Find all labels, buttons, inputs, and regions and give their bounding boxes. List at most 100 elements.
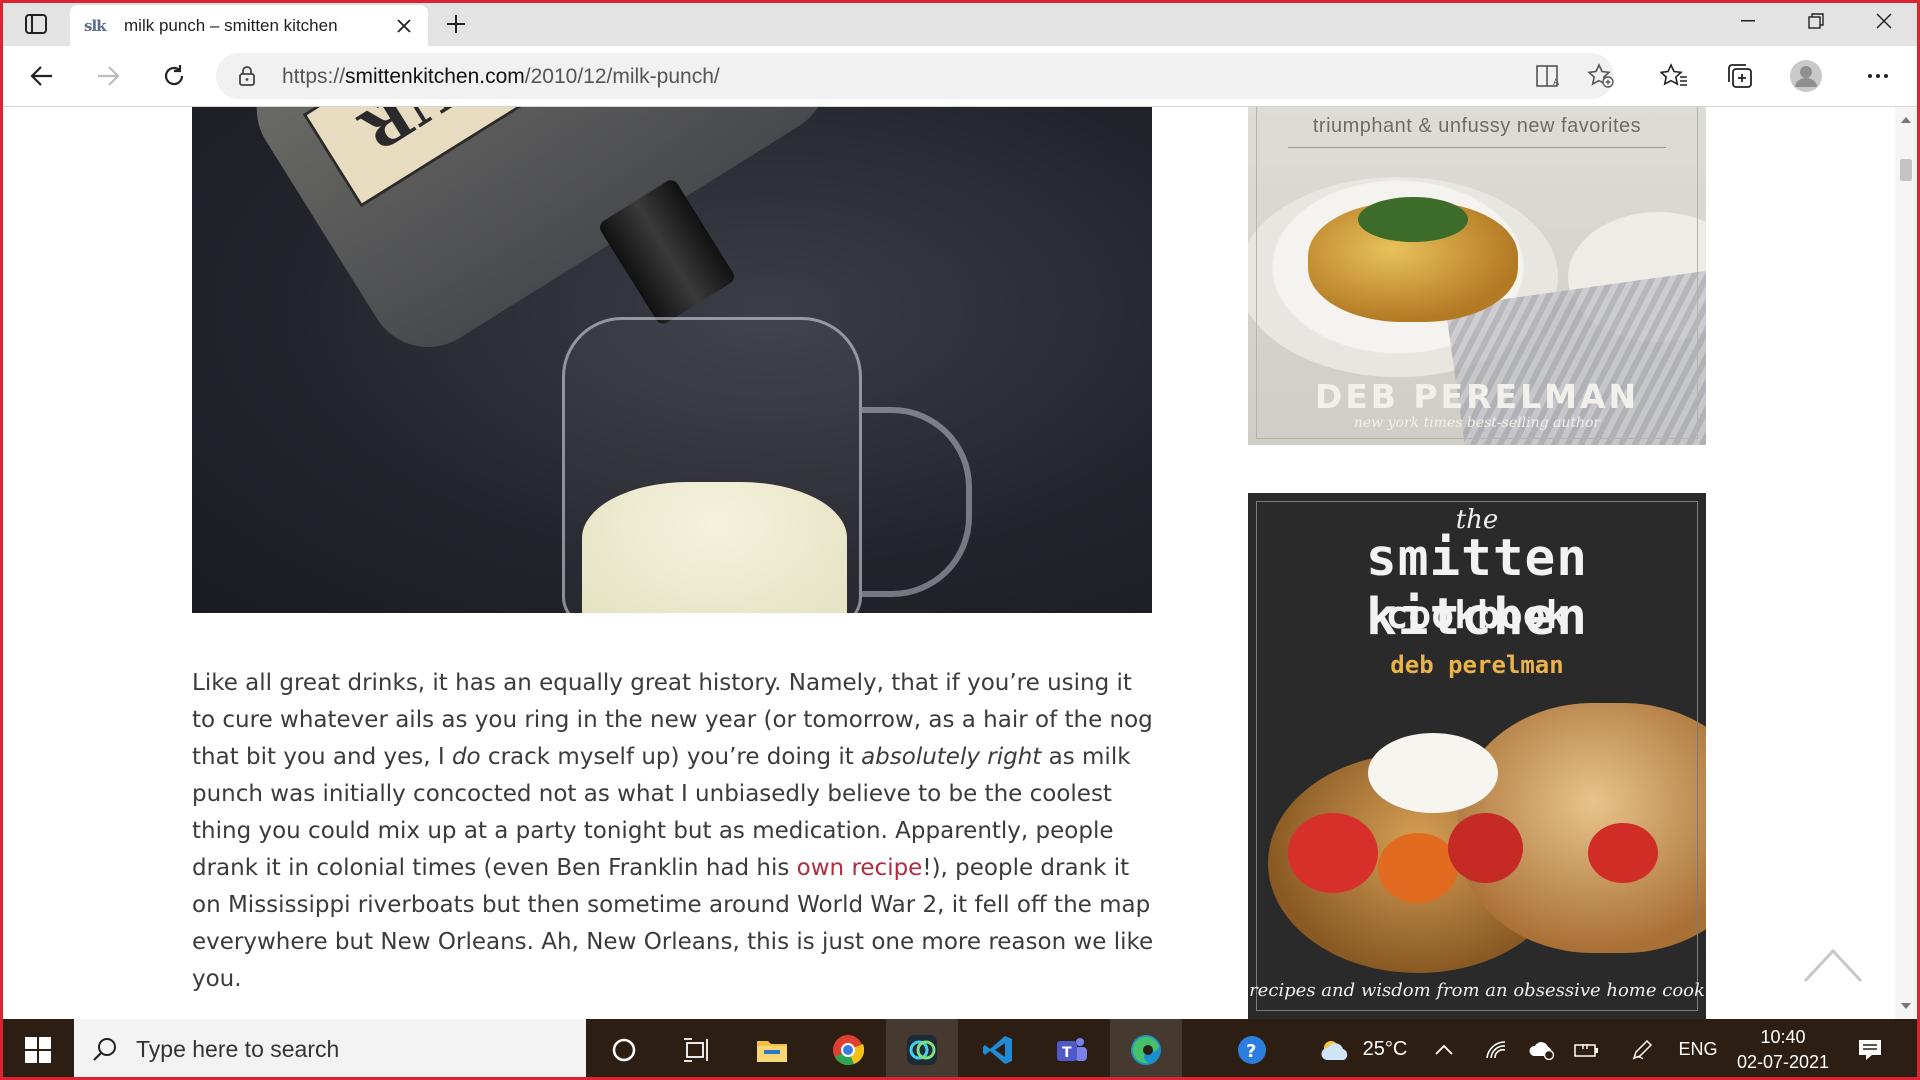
task-view-icon xyxy=(684,1037,708,1062)
folder-icon xyxy=(757,1040,787,1062)
chrome-icon xyxy=(833,1034,864,1065)
url-text[interactable]: https://smittenkitchen.com/2010/12/milk-… xyxy=(282,65,720,89)
page-viewport: BUR Like all great drinks, it has an equ… xyxy=(3,107,1895,1019)
profile-button[interactable] xyxy=(1786,56,1826,96)
immersive-reader-icon: A xyxy=(1536,65,1560,88)
notification-icon xyxy=(1859,1039,1881,1060)
chevron-up-icon xyxy=(1803,948,1863,983)
weather-widget[interactable]: 25°C xyxy=(1308,1019,1418,1080)
refresh-button[interactable] xyxy=(154,56,194,96)
page-scrollbar[interactable] xyxy=(1895,107,1917,1019)
lock-icon[interactable] xyxy=(238,66,256,86)
tab-actions-button[interactable] xyxy=(14,8,58,40)
taskbar-search-box[interactable]: Type here to search xyxy=(74,1019,586,1080)
more-dots-icon xyxy=(1868,74,1888,78)
taskbar-webex[interactable] xyxy=(886,1019,958,1080)
taskbar-file-explorer[interactable] xyxy=(736,1019,808,1080)
article-paragraph: Like all great drinks, it has an equally… xyxy=(192,670,1154,992)
back-to-top-button[interactable] xyxy=(1803,945,1863,985)
collections-icon xyxy=(1728,64,1752,88)
battery-icon xyxy=(1574,1043,1598,1057)
book1-rule xyxy=(1288,147,1666,148)
favorites-button[interactable] xyxy=(1654,56,1694,96)
restore-button[interactable] xyxy=(1782,0,1850,42)
tab-title: milk punch – smitten kitchen xyxy=(124,15,338,35)
cortana-button[interactable] xyxy=(588,1019,660,1080)
battery-tray-icon[interactable] xyxy=(1570,1019,1604,1080)
avatar-icon xyxy=(1790,60,1822,92)
address-toolbar: https://smittenkitchen.com/2010/12/milk-… xyxy=(0,46,1920,107)
site-favicon-icon: slk xyxy=(84,16,107,35)
forward-button[interactable] xyxy=(88,56,128,96)
sidebar-book-ad-everyday[interactable]: triumphant & unfussy new favorites DEB P… xyxy=(1248,107,1706,445)
svg-text:A: A xyxy=(1553,78,1560,88)
chevron-up-icon xyxy=(1435,1044,1453,1055)
edge-icon xyxy=(1131,1034,1161,1065)
taskbar-chrome[interactable] xyxy=(812,1019,884,1080)
new-tab-button[interactable] xyxy=(440,8,472,40)
taskbar-clock[interactable]: 10:40 02-07-2021 xyxy=(1728,1025,1838,1075)
task-view-button[interactable] xyxy=(660,1019,732,1080)
language-text: ENG xyxy=(1678,1039,1718,1059)
language-indicator[interactable]: ENG xyxy=(1668,1019,1728,1080)
refresh-icon xyxy=(164,65,184,86)
cloudy-weather-icon xyxy=(1321,1040,1347,1060)
action-center-button[interactable] xyxy=(1846,1019,1894,1080)
book2-subtitle: cookbook xyxy=(1385,593,1569,637)
tab-active[interactable]: slk milk punch – smitten kitchen xyxy=(70,5,428,46)
vscode-icon xyxy=(983,1035,1012,1064)
add-favorite-button[interactable] xyxy=(1586,61,1616,91)
svg-text:T: T xyxy=(1062,1045,1072,1061)
network-tray-icon[interactable] xyxy=(1480,1019,1512,1080)
clock-date: 02-07-2021 xyxy=(1736,1052,1830,1072)
cortana-icon xyxy=(612,1038,636,1061)
start-button[interactable] xyxy=(6,1019,70,1080)
search-placeholder: Type here to search xyxy=(136,1036,340,1062)
immersive-reader-button[interactable]: A xyxy=(1534,61,1564,91)
star-add-icon xyxy=(1587,63,1614,88)
windows-taskbar: Type here to search T ? 25°C ENG 10:40 0… xyxy=(0,1019,1920,1080)
search-icon xyxy=(93,1037,116,1061)
hero-photo-milk-punch: BUR xyxy=(192,107,1152,613)
favorites-icon xyxy=(1660,63,1687,86)
restore-icon xyxy=(1808,13,1824,29)
pen-tray-icon[interactable] xyxy=(1626,1019,1658,1080)
tab-actions-icon xyxy=(25,14,47,34)
help-tray-button[interactable]: ? xyxy=(1232,1019,1272,1080)
address-bar[interactable]: https://smittenkitchen.com/2010/12/milk-… xyxy=(216,53,1614,99)
book2-author: deb perelman xyxy=(1390,651,1564,679)
close-tab-icon[interactable] xyxy=(390,12,418,40)
svg-text:?: ? xyxy=(1246,1041,1256,1062)
close-icon xyxy=(1876,13,1892,29)
taskbar-edge[interactable] xyxy=(1110,1019,1182,1080)
clock-time: 10:40 xyxy=(1760,1027,1806,1047)
pitcher-handle xyxy=(862,407,972,597)
settings-more-button[interactable] xyxy=(1858,56,1898,96)
milk-punch-liquid xyxy=(582,482,847,613)
minimize-icon xyxy=(1741,20,1755,22)
book1-author-sub: new york times best-selling author xyxy=(1353,415,1601,431)
teams-icon: T xyxy=(1057,1037,1087,1061)
wifi-icon xyxy=(1486,1040,1506,1058)
sidebar-book-ad-cookbook[interactable]: the smitten kitchen cookbook deb perelma… xyxy=(1248,493,1706,1019)
forward-arrow-icon xyxy=(98,66,120,86)
scroll-up-arrow-icon[interactable] xyxy=(1899,113,1913,127)
minimize-button[interactable] xyxy=(1714,0,1782,42)
taskbar-vscode[interactable] xyxy=(962,1019,1034,1080)
collections-button[interactable] xyxy=(1720,56,1760,96)
onedrive-tray-icon[interactable] xyxy=(1524,1019,1560,1080)
webex-icon xyxy=(907,1034,937,1065)
back-arrow-icon xyxy=(30,66,52,86)
own-recipe-link[interactable]: own recipe xyxy=(797,855,923,881)
weather-temperature: 25°C xyxy=(1362,1038,1408,1060)
cloud-sync-icon xyxy=(1529,1041,1555,1060)
taskbar-teams[interactable]: T xyxy=(1036,1019,1108,1080)
show-hidden-icons-button[interactable] xyxy=(1428,1019,1460,1080)
book1-tagline: triumphant & unfussy new favorites xyxy=(1312,115,1642,137)
book2-tagline: recipes and wisdom from an obsessive hom… xyxy=(1249,980,1705,1001)
back-button[interactable] xyxy=(22,56,62,96)
scroll-down-arrow-icon[interactable] xyxy=(1899,999,1913,1013)
title-bar: slk milk punch – smitten kitchen xyxy=(0,0,1920,46)
scroll-thumb[interactable] xyxy=(1900,159,1912,181)
close-window-button[interactable] xyxy=(1850,0,1918,42)
